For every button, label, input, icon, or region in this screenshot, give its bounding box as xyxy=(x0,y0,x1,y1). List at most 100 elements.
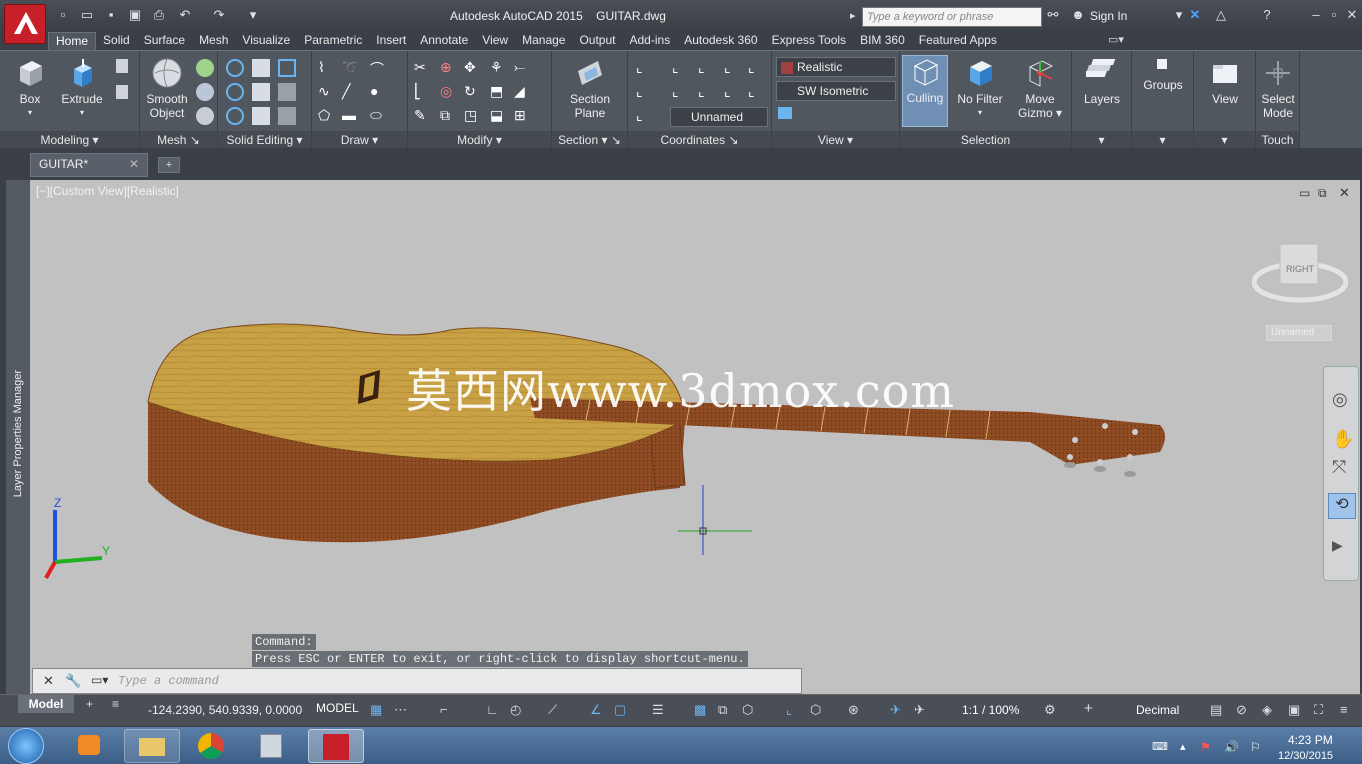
coordinates-panel-title[interactable]: Coordinates ↘ xyxy=(628,131,771,149)
start-button[interactable] xyxy=(8,728,44,764)
tab-visualize[interactable]: Visualize xyxy=(235,32,297,50)
chevron-right-icon[interactable]: ▸ xyxy=(850,9,856,22)
add-layout-icon[interactable]: + xyxy=(86,697,93,711)
lock-ui-icon[interactable]: ⊘ xyxy=(1236,702,1247,718)
arc-icon[interactable]: ⌒ xyxy=(370,59,388,77)
polygon-icon[interactable]: ⬠ xyxy=(318,107,336,125)
network-icon[interactable]: ⚑ xyxy=(1200,740,1211,754)
groups-button[interactable]: Groups xyxy=(1138,57,1188,92)
tab-autodesk-360[interactable]: Autodesk 360 xyxy=(677,32,764,50)
close-icon[interactable]: ✕ xyxy=(43,673,54,689)
transparency-icon[interactable]: ▩ xyxy=(694,702,706,718)
chamfer-icon[interactable]: ◢ xyxy=(514,83,532,101)
polyline-icon[interactable]: ⌇ xyxy=(318,59,336,77)
annotation-scale[interactable]: 1:1 / 100% xyxy=(962,703,1019,717)
modeling-panel-title[interactable]: Modeling ▾ xyxy=(0,131,139,149)
workspace-gear-icon[interactable]: ⚙ xyxy=(1044,702,1056,718)
tab-express-tools[interactable]: Express Tools xyxy=(765,32,853,50)
coordinates-readout[interactable]: -124.2390, 540.9339, 0.0000 xyxy=(148,703,302,717)
grid-icon[interactable]: ▦ xyxy=(370,702,382,718)
imprint-icon[interactable] xyxy=(278,83,296,101)
align-icon[interactable]: ⬒ xyxy=(490,83,508,101)
close-icon[interactable]: ✕ xyxy=(1344,8,1360,22)
isodraft-icon[interactable]: ⟋ xyxy=(548,702,557,718)
tab-view[interactable]: View xyxy=(475,32,515,50)
tab-home[interactable]: Home xyxy=(48,32,97,50)
application-menu-button[interactable] xyxy=(4,4,46,44)
action-center-icon[interactable]: ⚐ xyxy=(1250,740,1261,754)
slice-icon[interactable] xyxy=(252,83,270,101)
redo-icon[interactable]: ↷ xyxy=(212,8,226,22)
refine-mesh-icon[interactable] xyxy=(196,107,214,125)
ucs-named-dropdown[interactable]: Unnamed xyxy=(670,107,768,127)
viewport-controls-label[interactable]: [−][Custom View][Realistic] xyxy=(36,184,179,198)
scale-icon[interactable]: ◳ xyxy=(464,107,482,125)
3d-rotate-icon[interactable]: ⊕ xyxy=(440,59,458,77)
array-icon[interactable]: ⊞ xyxy=(514,107,532,125)
model-tab[interactable]: Model xyxy=(18,695,74,713)
qat-dropdown-icon[interactable]: ▾ xyxy=(246,8,260,22)
orbit-icon[interactable]: ⟲ xyxy=(1328,493,1356,519)
viewport-config-icon[interactable] xyxy=(778,107,792,119)
undo-icon[interactable]: ↶ xyxy=(178,8,192,22)
viewcube[interactable]: RIGHT xyxy=(1251,234,1349,306)
tab-parametric[interactable]: Parametric xyxy=(297,32,369,50)
clock-date[interactable]: 12/30/2015 xyxy=(1278,750,1333,762)
view-button[interactable]: View xyxy=(1200,57,1250,106)
plot-icon[interactable]: ⎙ xyxy=(152,8,166,22)
sign-in-link[interactable]: Sign In xyxy=(1090,9,1127,23)
save-as-icon[interactable]: ▣ xyxy=(128,8,142,22)
object-snap-icon[interactable]: ▢ xyxy=(614,702,626,718)
a360-icon[interactable]: △ xyxy=(1214,8,1228,22)
ucs-face-icon[interactable]: ⌞ xyxy=(748,83,766,101)
tab-output[interactable]: Output xyxy=(572,32,622,50)
view-panel-title[interactable]: View ▾ xyxy=(772,131,899,149)
ellipse-icon[interactable]: ⬭ xyxy=(370,107,388,125)
tab-manage[interactable]: Manage xyxy=(515,32,572,50)
lineweight-icon[interactable]: ☰ xyxy=(652,702,664,718)
tab-solid[interactable]: Solid xyxy=(96,32,137,50)
snap-icon[interactable]: ⋯ xyxy=(394,702,407,718)
select-mode-button[interactable]: Select Mode xyxy=(1256,57,1300,120)
new-icon[interactable]: ▫ xyxy=(56,8,70,22)
selection-cycling-icon[interactable]: ⧉ xyxy=(718,702,727,718)
selection-panel-title[interactable]: Selection xyxy=(900,131,1071,149)
ucs-previous-icon[interactable]: ⌞ xyxy=(672,83,690,101)
object-snap-tracking-icon[interactable]: ∠ xyxy=(590,702,602,718)
taskbar-explorer[interactable] xyxy=(124,729,180,763)
rotate-icon[interactable]: ↻ xyxy=(464,83,482,101)
layers-panel-expand[interactable]: ▾ xyxy=(1072,131,1131,149)
polysolid-icon[interactable] xyxy=(116,59,128,73)
mesh-smooth-less-icon[interactable] xyxy=(196,83,214,101)
mesh-smooth-more-icon[interactable] xyxy=(196,59,214,77)
draw-panel-title[interactable]: Draw ▾ xyxy=(312,131,407,149)
circle-icon[interactable]: ● xyxy=(370,83,388,101)
move-gizmo-button[interactable]: Move Gizmo ▾ xyxy=(1014,57,1066,120)
volume-icon[interactable]: 🔊 xyxy=(1224,740,1239,754)
annotation-visibility-icon[interactable]: ✈ xyxy=(890,702,901,718)
intersect-icon[interactable] xyxy=(226,107,244,125)
layers-button[interactable]: Layers xyxy=(1078,57,1126,106)
spline-icon[interactable]: ∿ xyxy=(318,83,336,101)
file-tab-guitar[interactable]: GUITAR* ✕ xyxy=(30,153,148,177)
gizmo-icon[interactable]: ⊛ xyxy=(848,702,859,718)
ucs-view-icon[interactable]: ⌞ xyxy=(698,83,716,101)
ucs-origin-icon[interactable]: ⌞ xyxy=(636,83,654,101)
show-hidden-icons[interactable]: ▴ xyxy=(1180,740,1186,753)
close-tab-icon[interactable]: ✕ xyxy=(129,157,139,171)
modify-panel-title[interactable]: Modify ▾ xyxy=(408,131,551,149)
mesh-panel-title[interactable]: Mesh ↘ xyxy=(140,131,217,149)
isolate-objects-icon[interactable]: ◈ xyxy=(1262,702,1272,718)
customization-icon[interactable]: ≡ xyxy=(1340,702,1348,717)
command-input[interactable]: Type a command xyxy=(118,674,219,688)
clock-time[interactable]: 4:23 PM xyxy=(1288,733,1333,747)
tab-surface[interactable]: Surface xyxy=(137,32,192,50)
restore-icon[interactable]: ▫ xyxy=(1326,8,1342,22)
tab-insert[interactable]: Insert xyxy=(369,32,413,50)
move-icon[interactable]: ✥ xyxy=(464,59,482,77)
ucs-y-icon[interactable]: ⌞ xyxy=(724,59,742,77)
viewport-restore-icon[interactable]: ⧉ xyxy=(1318,186,1327,201)
presspull-icon[interactable] xyxy=(116,85,128,99)
binoculars-icon[interactable]: ⚯ xyxy=(1046,8,1060,22)
showmotion-icon[interactable]: ▶ xyxy=(1332,537,1343,554)
